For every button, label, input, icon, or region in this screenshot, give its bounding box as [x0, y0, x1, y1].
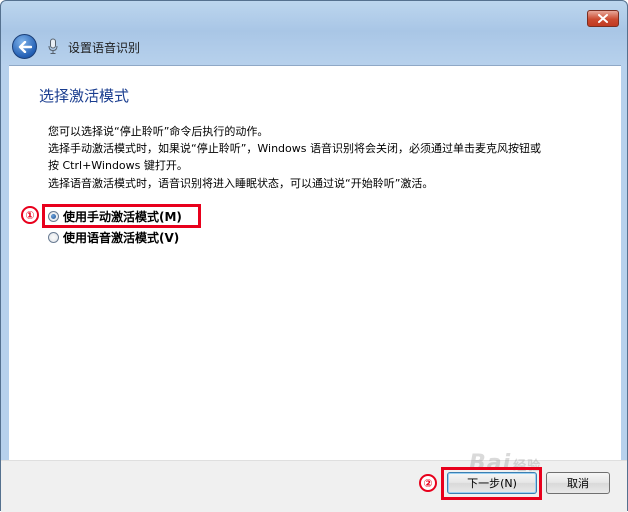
back-button[interactable] — [12, 34, 37, 59]
annotation-marker-2: ② — [419, 474, 437, 492]
microphone-icon — [48, 38, 58, 54]
radio-voice-activation[interactable]: 使用语音激活模式(V) — [48, 229, 179, 245]
close-button[interactable] — [587, 10, 619, 27]
annotation-highlight-box-2 — [441, 467, 542, 500]
setup-wizard-window: 设置语音识别 选择激活模式 您可以选择说“停止聆听”命令后执行的动作。 选择手动… — [0, 0, 628, 512]
radio-voice-label[interactable]: 使用语音激活模式(V) — [63, 229, 179, 246]
annotation-highlight-box-1 — [42, 204, 201, 228]
description-line-1: 您可以选择说“停止聆听”命令后执行的动作。 — [48, 125, 269, 138]
back-arrow-icon — [18, 40, 32, 53]
description-line-2: 选择手动激活模式时，如果说“停止聆听”，Windows 语音识别将会关闭，必须通… — [48, 142, 541, 155]
page-heading: 选择激活模式 — [39, 87, 130, 105]
description-line-3: 按 Ctrl+Windows 键打开。 — [48, 159, 188, 172]
description-line-4: 选择语音激活模式时，语音识别将进入睡眠状态，可以通过说“开始聆听”激活。 — [48, 177, 434, 190]
window-title: 设置语音识别 — [68, 41, 141, 55]
radio-button-unselected[interactable] — [48, 231, 59, 243]
annotation-marker-1: ① — [21, 206, 39, 224]
close-icon — [598, 14, 608, 23]
cancel-button[interactable]: 取消 — [546, 472, 610, 494]
